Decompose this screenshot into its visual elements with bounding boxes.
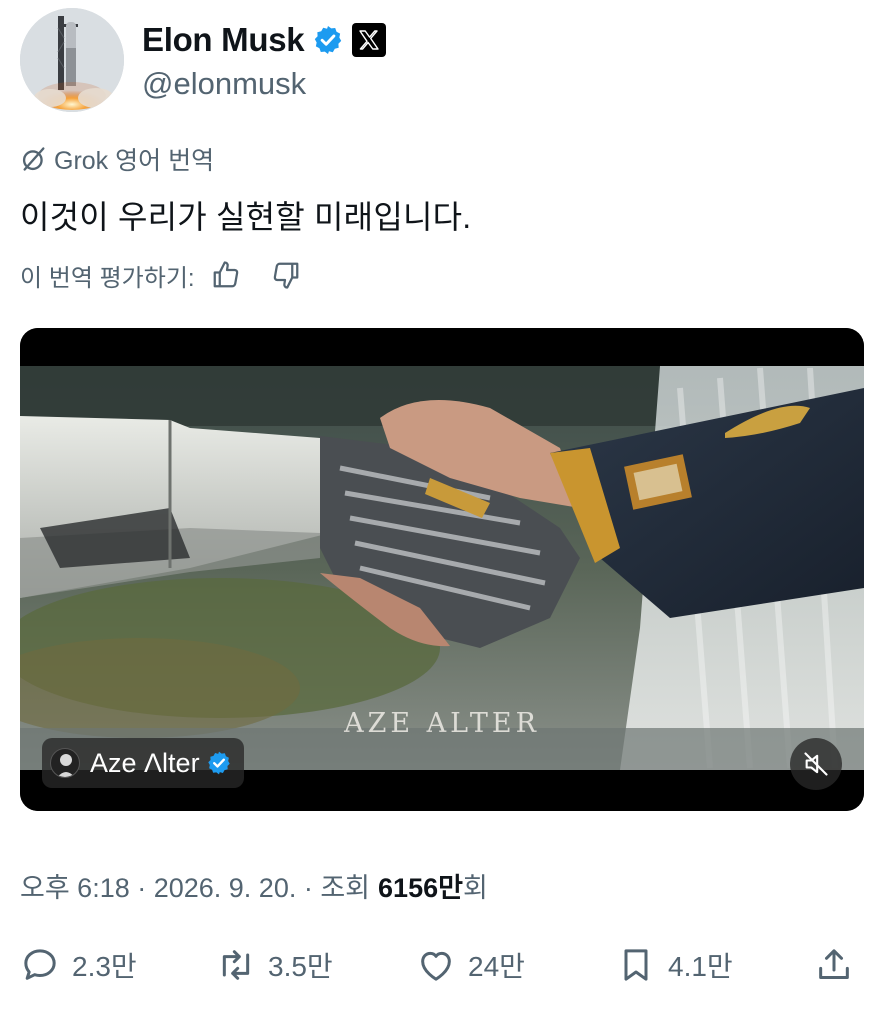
grok-icon: [22, 147, 45, 171]
thumbs-up-icon[interactable]: [209, 258, 243, 292]
like-count: 24만: [468, 951, 525, 982]
reply-icon: [24, 949, 56, 980]
repost-count: 3.5만: [268, 951, 333, 982]
tweet-meta: 오후 6:18 · 2026. 9. 20. · 조회 6156만 회: [20, 866, 488, 905]
bookmark-button[interactable]: 4.1만: [616, 938, 733, 992]
video-player[interactable]: AZE ALTER Aze Λlter: [20, 328, 864, 811]
repost-button[interactable]: 3.5만: [216, 938, 333, 992]
rate-translation-row: 이 번역 평가하기:: [20, 255, 303, 295]
tweet-text: 이것이 우리가 실현할 미래입니다.: [20, 199, 472, 235]
action-bar: 2.3만 3.5만 24만 4.1만: [20, 938, 864, 992]
repost-icon: [222, 950, 250, 980]
translation-label-text: Grok 영어 번역: [54, 147, 215, 175]
timestamp[interactable]: 오후 6:18 · 2026. 9. 20. · 조회: [20, 866, 370, 905]
rocket-launch-image: [20, 8, 124, 112]
x-logo-icon[interactable]: [352, 23, 387, 57]
bookmark-icon: [624, 949, 648, 981]
grok-translation-label[interactable]: Grok 영어 번역: [20, 142, 214, 176]
reply-count: 2.3만: [72, 951, 137, 982]
bookmark-count: 4.1만: [668, 951, 733, 982]
speaker-muted-icon: [804, 752, 828, 776]
share-icon: [819, 949, 849, 979]
share-button[interactable]: [814, 938, 866, 992]
mute-button[interactable]: [790, 738, 842, 790]
attribution-name: Aze Λlter: [90, 747, 200, 778]
rate-translation-prompt: 이 번역 평가하기:: [20, 264, 195, 292]
video-watermark: AZE ALTER: [344, 708, 540, 739]
heart-icon: [421, 951, 451, 981]
view-count: 6156만: [378, 873, 463, 903]
user-handle[interactable]: @elonmusk: [142, 66, 306, 102]
verified-badge-icon: [315, 26, 342, 54]
video-attribution[interactable]: Aze Λlter: [42, 738, 244, 788]
attribution-avatar: [50, 748, 80, 778]
reply-button[interactable]: 2.3만: [20, 938, 137, 992]
thumbs-down-icon[interactable]: [269, 258, 303, 292]
tweet-header: Elon Musk @elonmusk: [20, 8, 864, 118]
avatar[interactable]: [20, 8, 124, 112]
like-button[interactable]: 24만: [416, 938, 525, 992]
view-count-suffix: 회: [462, 873, 488, 903]
display-name[interactable]: Elon Musk: [142, 21, 305, 59]
verified-badge-icon: [207, 751, 230, 775]
name-row: Elon Musk: [142, 20, 387, 60]
